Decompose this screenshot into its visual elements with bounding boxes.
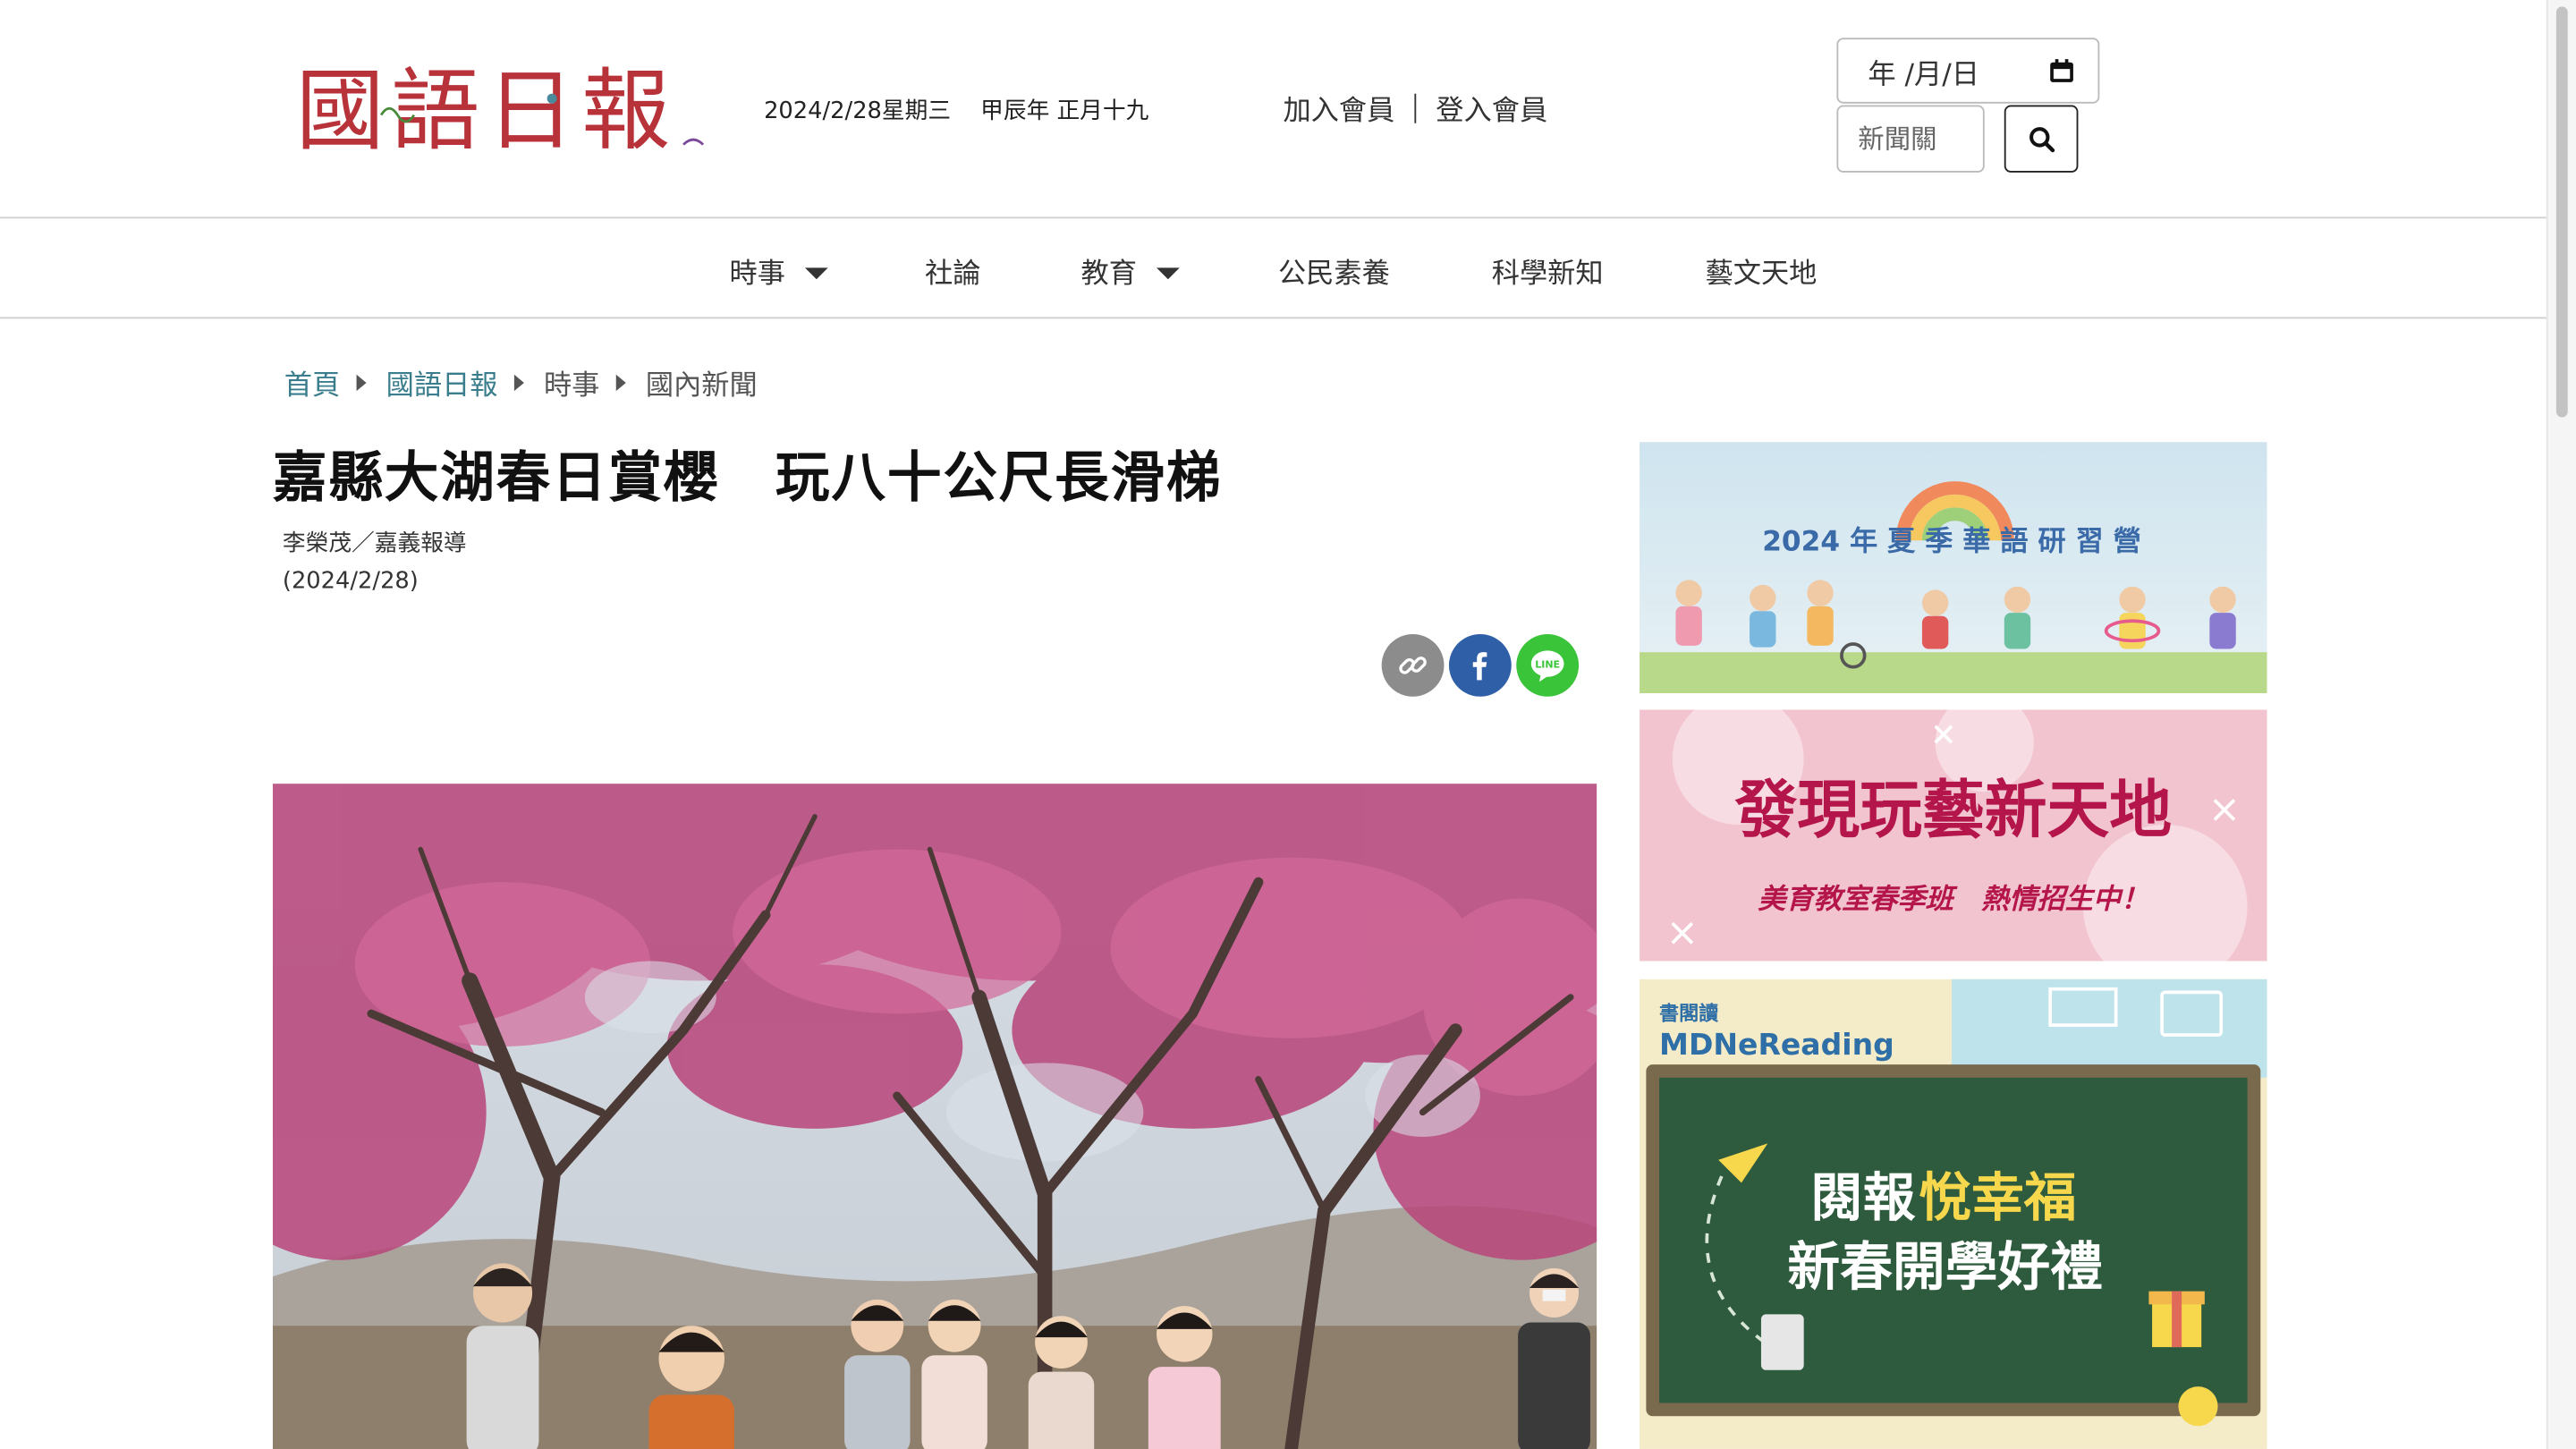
breadcrumb-arrow-icon xyxy=(356,373,367,391)
nav-label: 時事 xyxy=(729,258,785,292)
site-header: 國語日報 2024/2/28星期三 甲辰年 正月十九 加入會員 登入會員 年 /月… xyxy=(0,0,2548,219)
line-icon: LINE xyxy=(1530,650,1564,682)
article-author: 李榮茂／嘉義報導 xyxy=(282,530,467,557)
breadcrumb-section: 時事 xyxy=(543,369,600,402)
ad3-line1b: 悅幸福 xyxy=(1919,1166,2076,1228)
search-icon xyxy=(2029,126,2055,152)
ad-art-classroom[interactable]: 發現玩藝新天地 美育教室春季班 熱情招生中！ xyxy=(1640,709,2267,962)
ad3-line1a: 閱報 xyxy=(1810,1166,1916,1228)
nav-item-science[interactable]: 科學新知 xyxy=(1492,250,1604,291)
share-link-button[interactable] xyxy=(1381,633,1445,697)
nav-item-editorial[interactable]: 社論 xyxy=(925,250,980,291)
ad-summer-chinese-camp[interactable]: 2024 年 夏 季 華 語 研 習 營 xyxy=(1640,442,2267,694)
current-date: 2024/2/28星期三 xyxy=(764,98,952,125)
main-nav: 時事 社論 教育 公民素養 科學新知 藝文天地 xyxy=(0,218,2548,319)
breadcrumb-arrow-icon xyxy=(513,373,524,391)
ad3-brand: MDNeReading xyxy=(1659,1027,1894,1062)
nav-label: 公民素養 xyxy=(1277,258,1390,292)
join-member-link[interactable]: 加入會員 xyxy=(1283,87,1394,129)
article-photo[interactable] xyxy=(272,784,1597,1449)
ad3-brand-small: 書閣讀 xyxy=(1659,1003,1718,1026)
article-title: 嘉縣大湖春日賞櫻 玩八十公尺長滑梯 xyxy=(272,445,1223,510)
ad2-subtitle: 美育教室春季班 熱情招生中！ xyxy=(1758,884,2148,916)
svg-text:LINE: LINE xyxy=(1535,659,1560,671)
nav-label: 教育 xyxy=(1080,258,1137,292)
breadcrumb: 首頁 國語日報 時事 國內新聞 xyxy=(284,361,758,402)
login-member-link[interactable]: 登入會員 xyxy=(1436,87,1547,129)
nav-item-arts[interactable]: 藝文天地 xyxy=(1705,250,1817,291)
nav-item-education[interactable]: 教育 xyxy=(1081,250,1180,291)
member-links: 加入會員 登入會員 xyxy=(1283,87,1547,128)
ad-mdn-ereading[interactable]: 書閣讀 MDNeReading 閱報 悅幸福 新春開學好禮 xyxy=(1640,979,2267,1449)
share-buttons: LINE xyxy=(1381,633,1580,697)
nav-item-civic[interactable]: 公民素養 xyxy=(1278,250,1390,291)
breadcrumb-subsection: 國內新聞 xyxy=(645,369,758,402)
caret-down-icon xyxy=(1157,267,1180,279)
divider xyxy=(1414,92,1417,123)
search-button[interactable] xyxy=(2004,105,2079,173)
site-logo[interactable]: 國語日報 xyxy=(296,49,724,165)
breadcrumb-newspaper[interactable]: 國語日報 xyxy=(386,361,498,402)
date-picker[interactable]: 年 /月/日 xyxy=(1836,38,2100,104)
breadcrumb-home[interactable]: 首頁 xyxy=(284,361,340,402)
calendar-icon[interactable] xyxy=(2048,57,2074,83)
nav-label: 藝文天地 xyxy=(1705,258,1818,292)
nav-label: 科學新知 xyxy=(1491,258,1604,292)
facebook-icon xyxy=(1472,652,1487,681)
link-icon xyxy=(1399,657,1427,674)
scrollbar[interactable] xyxy=(2546,0,2576,1449)
share-line-button[interactable]: LINE xyxy=(1516,633,1580,697)
search-input[interactable] xyxy=(1836,105,1985,173)
ad3-line2: 新春開學好禮 xyxy=(1787,1235,2103,1297)
nav-label: 社論 xyxy=(925,258,981,292)
scrollbar-thumb[interactable] xyxy=(2555,6,2568,418)
browser-viewport: 國語日報 2024/2/28星期三 甲辰年 正月十九 加入會員 登入會員 年 /月… xyxy=(0,0,2576,1449)
article-date: (2024/2/28) xyxy=(282,568,419,595)
breadcrumb-arrow-icon xyxy=(615,373,626,391)
date-picker-placeholder: 年 /月/日 xyxy=(1868,58,1979,91)
date-info: 2024/2/28星期三 甲辰年 正月十九 xyxy=(764,94,1148,127)
logo-text: 國語日報 xyxy=(296,60,677,163)
lunar-date: 甲辰年 正月十九 xyxy=(980,98,1149,125)
ad2-title: 發現玩藝新天地 xyxy=(1734,774,2172,846)
nav-item-current-affairs[interactable]: 時事 xyxy=(729,250,828,292)
caret-down-icon xyxy=(804,267,828,279)
share-facebook-button[interactable] xyxy=(1448,633,1512,697)
ad1-title: 2024 年 夏 季 華 語 研 習 營 xyxy=(1762,525,2141,557)
